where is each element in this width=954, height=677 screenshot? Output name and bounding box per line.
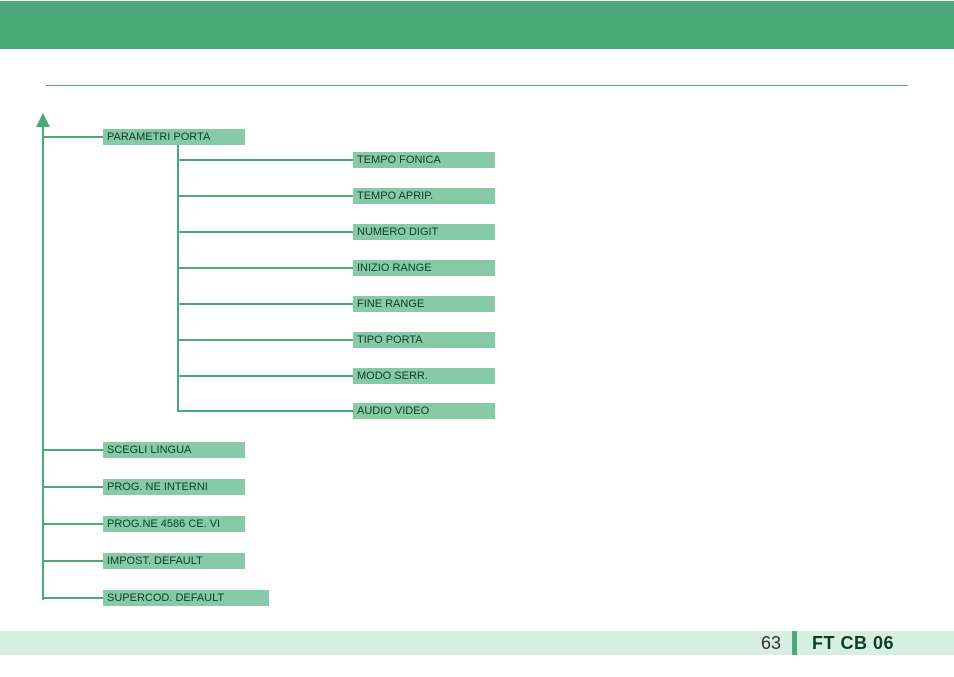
tree-node-child: AUDIO VIDEO (353, 403, 495, 419)
tree-node-child: FINE RANGE (353, 296, 495, 312)
page: FT CB 06 PARAMETRI PORTA TEMPO FONICA TE… (0, 0, 954, 677)
branch-line (177, 231, 353, 233)
tree-node-sibling: SCEGLI LINGUA (103, 442, 245, 458)
branch-line (42, 486, 103, 488)
tree-node-sibling: IMPOST. DEFAULT (103, 553, 245, 569)
tree-trunk (42, 125, 44, 600)
branch-line (42, 523, 103, 525)
tree-sub-trunk (177, 145, 179, 410)
tree-node-child: TEMPO FONICA (353, 152, 495, 168)
tree-node-child: TEMPO APRIP. (353, 188, 495, 204)
footer-accent (792, 631, 797, 655)
header-rule (46, 85, 908, 86)
tree-node-root: PARAMETRI PORTA (103, 129, 245, 145)
tree-node-sibling: SUPERCOD. DEFAULT (103, 590, 269, 606)
tree-node-sibling: PROG. NE INTERNI (103, 479, 245, 495)
branch-line (177, 159, 353, 161)
tree-node-sibling: PROG.NE 4586 CE. VI (103, 516, 245, 532)
branch-line (177, 375, 353, 377)
branch-line (177, 410, 353, 412)
tree-node-child: MODO SERR. (353, 368, 495, 384)
page-number: 63 (761, 631, 781, 655)
branch-line (42, 560, 103, 562)
branch-line (177, 339, 353, 341)
branch-line (177, 303, 353, 305)
header-title: FT CB 06 (770, 12, 908, 46)
branch-line (42, 597, 103, 599)
tree-node-child: INIZIO RANGE (353, 260, 495, 276)
branch-line (177, 195, 353, 197)
branch-line (42, 449, 103, 451)
branch-line (177, 267, 353, 269)
tree-node-child: NUMERO DIGIT (353, 224, 495, 240)
footer-bar (0, 631, 954, 655)
footer-code: FT CB 06 (812, 631, 894, 655)
tree-node-child: TIPO PORTA (353, 332, 495, 348)
branch-line (42, 136, 103, 138)
